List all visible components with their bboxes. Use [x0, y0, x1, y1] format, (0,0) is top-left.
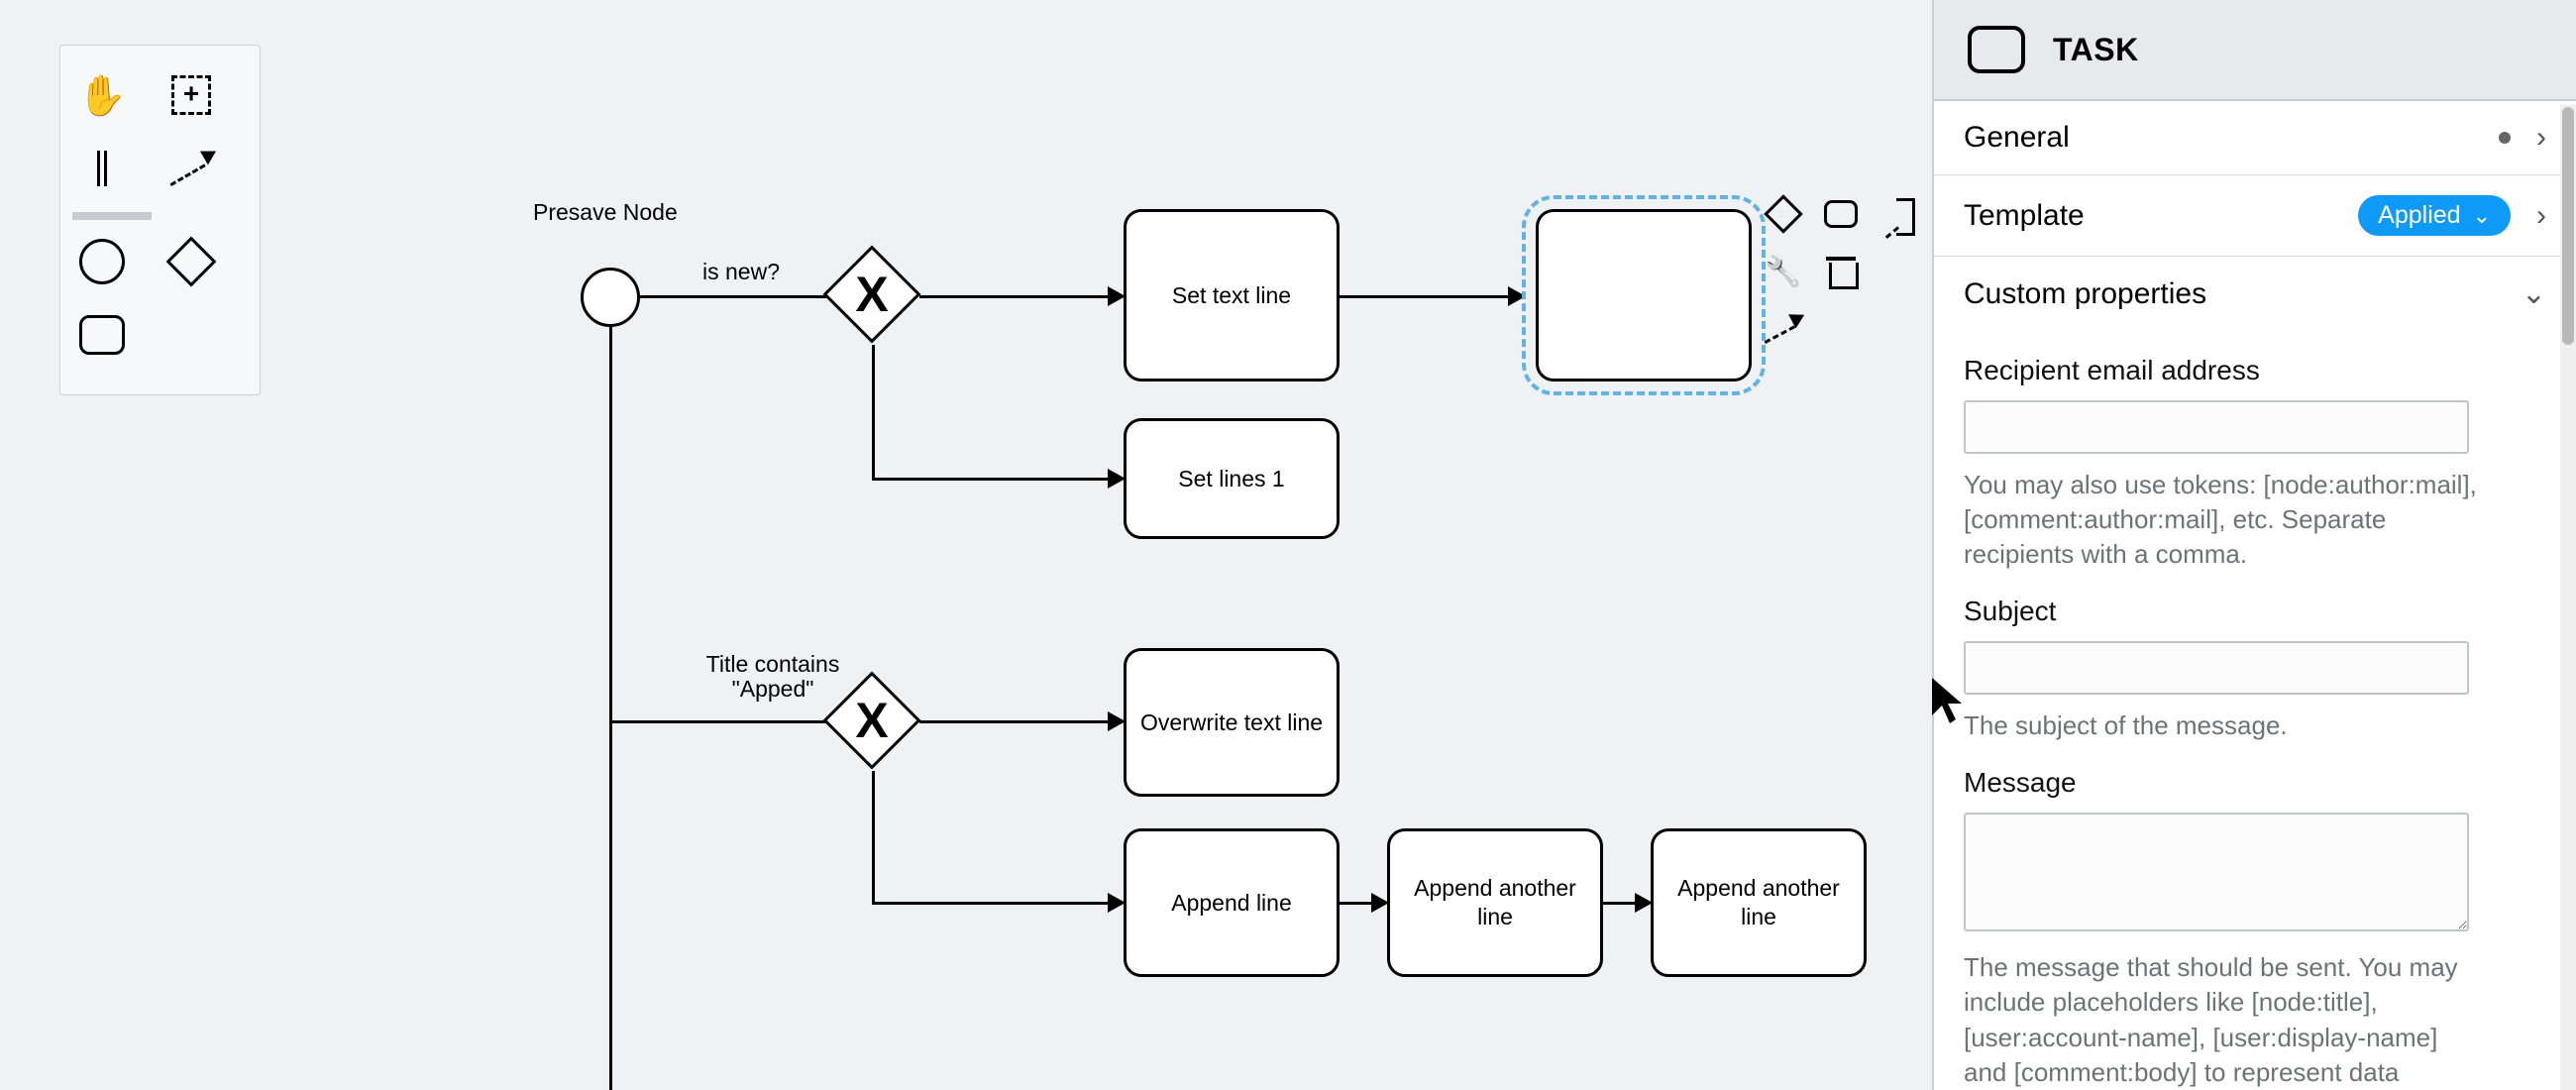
workflow-canvas[interactable]: Presave Node is new? Title contains "App… — [0, 0, 1932, 1090]
section-general[interactable]: General › — [1934, 101, 2576, 175]
field-subject-input[interactable] — [1964, 641, 2469, 695]
task-set-text-line[interactable]: Set text line — [1124, 209, 1340, 382]
field-recipient-input[interactable] — [1964, 400, 2469, 454]
palette-separator — [72, 212, 152, 220]
tool-connector-icon[interactable] — [161, 139, 221, 198]
tool-start-event-icon[interactable] — [72, 232, 132, 291]
task-type-icon — [1968, 26, 2025, 73]
context-pad — [1764, 194, 1922, 367]
ctx-append-task-icon[interactable] — [1821, 194, 1861, 234]
field-message-input[interactable] — [1964, 813, 2469, 931]
tool-space-icon[interactable] — [72, 139, 132, 198]
ctx-wrench-icon[interactable] — [1764, 252, 1803, 291]
template-applied-badge[interactable]: Applied ⌄ — [2358, 195, 2511, 236]
edge-gw1-down — [872, 345, 875, 480]
edge-start-to-gw1 — [640, 295, 833, 298]
properties-header: TASK — [1934, 0, 2576, 101]
tool-hand-icon[interactable] — [72, 65, 132, 125]
ctx-text-annotation-icon[interactable] — [1878, 194, 1918, 234]
task-append-another-1[interactable]: Append another line — [1387, 828, 1603, 977]
tool-lasso-icon[interactable] — [161, 65, 221, 125]
section-template[interactable]: Template Applied ⌄ › — [1934, 175, 2576, 257]
task-overwrite-text-line[interactable]: Overwrite text line — [1124, 648, 1340, 797]
properties-title: TASK — [2053, 32, 2139, 68]
chevron-down-icon: ⌄ — [2522, 276, 2546, 311]
section-dirty-indicator-icon — [2499, 132, 2511, 144]
edge-gw2-down — [872, 771, 875, 904]
field-message-label: Message — [1964, 767, 2546, 799]
field-subject-help: The subject of the message. — [1964, 708, 2479, 743]
label-title-contains: Title contains "Apped" — [684, 652, 862, 703]
edge-trunk-gw2 — [609, 720, 833, 723]
gateway-x-icon: X — [855, 266, 888, 323]
edge-gw2-append — [872, 902, 1116, 905]
field-recipient-label: Recipient email address — [1964, 355, 2546, 386]
start-event[interactable] — [581, 268, 640, 327]
edge-gw1-settext — [919, 295, 1116, 298]
section-custom-label: Custom properties — [1964, 277, 2206, 311]
field-recipient-help: You may also use tokens: [node:author:ma… — [1964, 468, 2479, 572]
section-general-label: General — [1964, 121, 2070, 155]
edge-settext-selected — [1340, 295, 1516, 298]
edge-main-trunk — [609, 327, 612, 1090]
scrollbar-thumb[interactable] — [2562, 107, 2574, 345]
edge-gw2-overwrite — [919, 720, 1116, 723]
chevron-right-icon: › — [2536, 121, 2546, 155]
task-append-line[interactable]: Append line — [1124, 828, 1340, 977]
ctx-connect-icon[interactable] — [1764, 309, 1803, 349]
label-is-new: is new? — [702, 260, 780, 284]
task-append-another-2[interactable]: Append another line — [1651, 828, 1867, 977]
section-custom-properties[interactable]: Custom properties ⌄ — [1934, 257, 2576, 331]
task-selected-blank[interactable] — [1536, 209, 1752, 382]
properties-scrollbar[interactable] — [2560, 105, 2576, 1090]
gateway-is-new[interactable]: X — [823, 246, 921, 344]
edge-gw1-setlines — [872, 478, 1116, 481]
ctx-delete-icon[interactable] — [1821, 252, 1861, 291]
tool-palette — [59, 45, 261, 395]
section-template-label: Template — [1964, 199, 2085, 233]
tool-gateway-icon[interactable] — [161, 232, 221, 291]
tool-task-icon[interactable] — [72, 305, 132, 365]
label-presave-node: Presave Node — [533, 200, 678, 225]
gateway-x-icon: X — [855, 692, 888, 749]
properties-panel: TASK General › Template A — [1932, 0, 2576, 1090]
ctx-append-gateway-icon[interactable] — [1764, 194, 1803, 234]
task-set-lines-1[interactable]: Set lines 1 — [1124, 418, 1340, 539]
field-message-help: The message that should be sent. You may… — [1964, 950, 2479, 1089]
chevron-right-icon: › — [2536, 199, 2546, 233]
field-subject-label: Subject — [1964, 596, 2546, 627]
chevron-down-icon: ⌄ — [2473, 203, 2491, 229]
arrow-settext-selected — [1508, 286, 1526, 306]
template-applied-badge-text: Applied — [2378, 201, 2460, 230]
